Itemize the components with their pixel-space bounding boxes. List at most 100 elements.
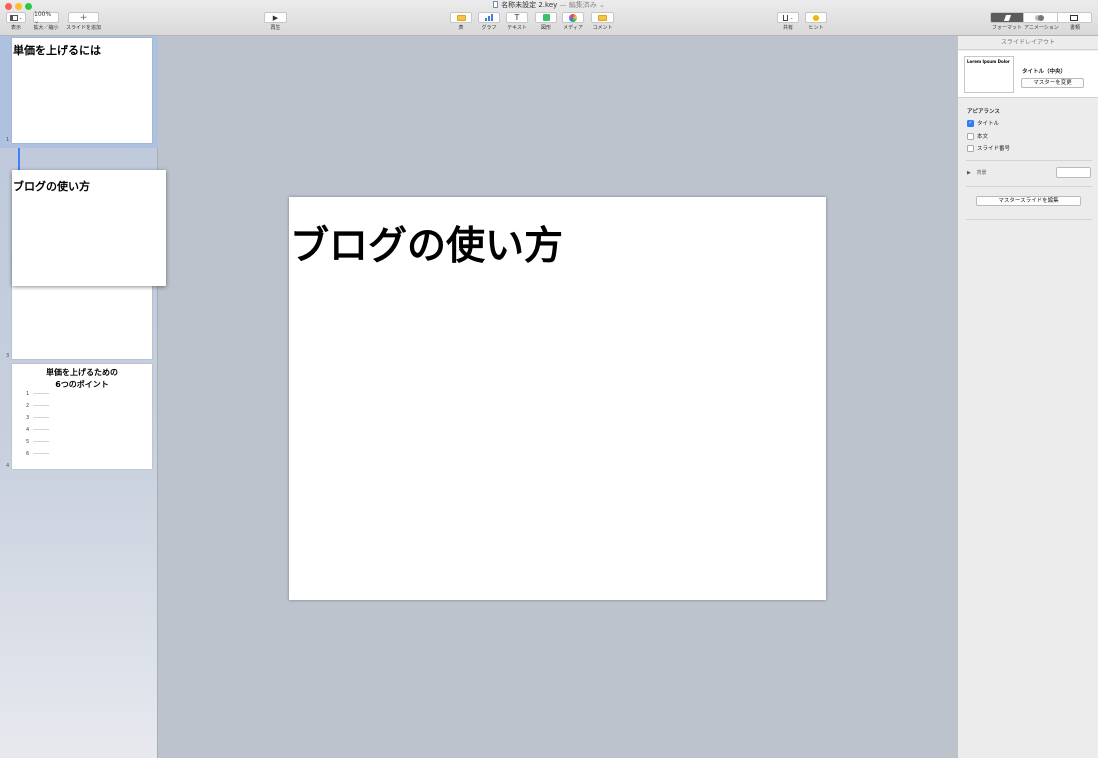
paintbrush-icon <box>1003 14 1011 21</box>
format-label: フォーマット <box>991 25 1022 31</box>
comment-icon <box>598 14 607 21</box>
window-title: 名称未設定 2.key — 編集済み ⌄ <box>0 1 1098 10</box>
slide-thumbnail-1[interactable]: 単価を上げるには <box>12 38 152 143</box>
background-color-well[interactable] <box>1056 167 1091 178</box>
slide-layout-panel: Lorem Ipsum Dolor タイトル（中央） マスターを変更 <box>958 51 1098 98</box>
comment-button[interactable] <box>591 12 614 23</box>
add-slide-button[interactable]: + <box>68 12 99 23</box>
chart-icon <box>485 14 493 21</box>
animate-label: アニメーション <box>1024 25 1059 31</box>
tab-document[interactable] <box>1057 13 1091 22</box>
tips-button[interactable] <box>805 12 827 23</box>
slide-number-option-label: スライド番号 <box>977 146 1011 152</box>
title-option-label: タイトル <box>977 121 1000 127</box>
divider <box>966 160 1092 161</box>
document-icon <box>493 1 499 8</box>
chart-button[interactable] <box>478 12 500 23</box>
change-master-button[interactable]: マスターを変更 <box>1021 78 1084 88</box>
slide-number: 4 <box>6 463 10 469</box>
share-button[interactable]: ⌄ <box>777 12 799 23</box>
view-control: ⌄ 表示 <box>6 12 26 31</box>
title-line-1: 単価を上げるための <box>46 368 118 377</box>
play-label: 再生 <box>270 25 281 31</box>
zoom-popup[interactable]: 100% ⌄ <box>33 11 59 25</box>
background-label: 背景 <box>976 170 987 176</box>
slide-navigator: 単価を上げるには 1 3 単価を上げるための 6つのポイント 1 --------… <box>0 36 166 758</box>
list-item: 5 ------------ <box>26 439 49 445</box>
slide-number-checkbox[interactable] <box>967 144 974 152</box>
table-button[interactable] <box>450 12 472 23</box>
zoom-label: 拡大／縮小 <box>33 25 59 31</box>
inspector-tab-labels: フォーマット アニメーション 書類 <box>990 23 1092 31</box>
list-item: 3 ------------ <box>26 415 49 421</box>
add-slide-label: スライドを追加 <box>66 25 102 31</box>
toolbar: 名称未設定 2.key — 編集済み ⌄ ⌄ 表示 100% ⌄ 拡大／縮小 +… <box>0 0 1098 36</box>
body-option-label: 本文 <box>977 134 989 140</box>
slide-thumbnail-title: 単価を上げるには <box>13 44 101 57</box>
chart-label: グラフ <box>481 25 497 31</box>
layout-name: タイトル（中央） <box>1022 69 1067 75</box>
text-button[interactable]: T <box>506 12 528 23</box>
layout-preview-text: Lorem Ipsum Dolor <box>967 59 1010 64</box>
format-inspector: スライドレイアウト Lorem Ipsum Dolor タイトル（中央） マスタ… <box>957 36 1098 758</box>
play-button[interactable]: ▶ <box>264 12 287 23</box>
document-name[interactable]: 名称未設定 2.key <box>501 1 557 9</box>
slide-thumbnail-title: 単価を上げるための 6つのポイント <box>12 367 152 391</box>
table-label: 表 <box>458 25 464 31</box>
shape-icon <box>542 14 550 21</box>
shape-button[interactable] <box>535 12 557 23</box>
media-control: メディア <box>562 12 584 31</box>
appearance-label: アピアランス <box>967 109 1000 115</box>
slide-number: 1 <box>6 137 10 143</box>
chart-control: グラフ <box>478 12 500 31</box>
layout-preview[interactable]: Lorem Ipsum Dolor <box>964 56 1014 93</box>
view-button[interactable]: ⌄ <box>6 12 26 23</box>
view-icon <box>9 14 18 21</box>
share-icon <box>782 14 788 21</box>
document-label: 書類 <box>1069 25 1080 31</box>
comment-label: コメント <box>592 25 613 31</box>
edited-status[interactable]: — 編集済み ⌄ <box>560 1 605 9</box>
media-button[interactable] <box>562 12 584 23</box>
list-item: 6 ------------ <box>26 451 49 457</box>
text-label: テキスト <box>507 25 527 31</box>
slide-thumbnail-title: ブログの使い方 <box>13 180 90 193</box>
disclosure-triangle-icon: ▶ <box>967 170 971 176</box>
tips-label: ヒント <box>808 25 824 31</box>
lightbulb-icon <box>813 14 819 21</box>
table-icon <box>456 14 466 21</box>
slide-canvas[interactable]: ブログの使い方 <box>289 197 826 600</box>
inspector-header: スライドレイアウト <box>958 36 1098 50</box>
tab-format[interactable] <box>991 13 1025 22</box>
tips-control: ヒント <box>805 12 827 31</box>
shape-control: 図形 <box>535 12 557 31</box>
list-item: 2 ------------ <box>26 403 49 409</box>
insertion-indicator <box>18 148 20 170</box>
comment-control: コメント <box>591 12 614 31</box>
slide-thumbnail-4[interactable]: 単価を上げるための 6つのポイント 1 ------------ 2 -------… <box>12 364 152 469</box>
divider <box>966 186 1092 187</box>
body-checkbox[interactable] <box>967 132 974 140</box>
edit-master-slide-button[interactable]: マスタースライドを編集 <box>976 196 1081 206</box>
title-checkbox[interactable]: ✓ <box>967 119 974 127</box>
slide-thumbnail-2[interactable]: ブログの使い方 <box>12 170 166 286</box>
title-option[interactable]: ✓ タイトル <box>967 119 999 127</box>
slide-title-text[interactable]: ブログの使い方 <box>290 223 563 271</box>
chevron-down-icon: ⌄ <box>789 15 794 20</box>
media-icon <box>569 13 577 22</box>
document-tab-icon <box>1070 14 1079 21</box>
divider <box>966 219 1092 220</box>
tab-animate[interactable] <box>1024 13 1058 22</box>
media-label: メディア <box>563 25 583 31</box>
view-label: 表示 <box>10 25 21 31</box>
share-label: 共有 <box>782 25 793 31</box>
title-line-2: 6つのポイント <box>55 380 109 389</box>
list-item: 1 ------------ <box>26 391 49 397</box>
animation-icon <box>1037 14 1044 21</box>
play-control: ▶ 再生 <box>264 12 287 31</box>
slide-number-option[interactable]: スライド番号 <box>967 144 1010 152</box>
body-option[interactable]: 本文 <box>967 132 988 140</box>
share-control: ⌄ 共有 <box>777 12 799 31</box>
background-disclosure[interactable]: ▶ 背景 <box>967 169 986 176</box>
table-control: 表 <box>450 12 472 31</box>
